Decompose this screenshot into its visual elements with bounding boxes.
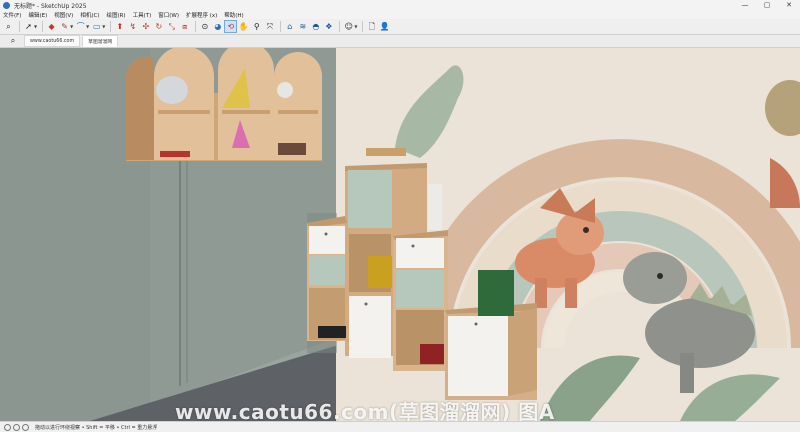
toolbar-separator	[339, 21, 341, 32]
toolbar-separator	[42, 21, 44, 32]
status-hint: 拖动以进行环绕视察 • Shift = 平移 • Ctrl = 重力悬浮	[35, 424, 158, 431]
toy-biplane	[366, 148, 406, 156]
arc-icon[interactable]: ⌒	[75, 21, 86, 32]
components-icon[interactable]: ❖	[323, 21, 334, 32]
white-door	[309, 226, 345, 254]
caret-icon[interactable]: ▼	[354, 24, 357, 29]
move-icon[interactable]: ✣	[140, 21, 151, 32]
door-knob	[411, 244, 415, 248]
minimize-button[interactable]: —	[734, 0, 756, 10]
figure-toy	[277, 82, 293, 98]
toy-car-red	[318, 326, 346, 338]
sage-door	[348, 170, 392, 228]
eraser-icon[interactable]: ◆	[46, 21, 57, 32]
menu-camera[interactable]: 相机(C)	[80, 11, 99, 19]
modeling-viewport[interactable]	[0, 48, 800, 421]
menu-edit[interactable]: 编辑(E)	[28, 11, 47, 19]
scene-render	[0, 48, 800, 421]
window-title: 无标题* - SketchUp 2025	[14, 2, 87, 10]
toy-car	[160, 151, 190, 157]
pan-icon[interactable]: ✋	[238, 21, 249, 32]
caret-icon[interactable]: ▼	[102, 24, 105, 29]
credits-icon[interactable]	[22, 423, 29, 431]
door-knob	[324, 232, 328, 236]
robot-toy	[428, 184, 442, 230]
orange-dino-eye	[583, 227, 589, 233]
title-bar: 无标题* - SketchUp 2025 — ▢ ✕	[0, 0, 800, 10]
grey-dino-eye	[657, 273, 663, 279]
menu-bar: 文件(F) 编辑(E) 视图(V) 相机(C) 绘图(R) 工具(T) 窗口(W…	[0, 10, 800, 19]
white-door	[448, 316, 508, 396]
menu-draw[interactable]: 绘图(R)	[106, 11, 125, 19]
user-account-icon[interactable]: ☺	[343, 21, 354, 32]
scene-tab-caotu[interactable]: 草图溜溜网	[82, 35, 119, 47]
caret-icon[interactable]: ▼	[34, 24, 37, 29]
close-button[interactable]: ✕	[778, 0, 800, 10]
grey-dino-head	[623, 252, 687, 304]
sketchup-app-icon	[3, 1, 10, 9]
person-icon[interactable]: 👤	[379, 21, 390, 32]
select-arrow-icon[interactable]: ➚	[23, 21, 34, 32]
status-icons	[4, 423, 31, 431]
offset-icon[interactable]: ⧈	[179, 21, 190, 32]
menu-help[interactable]: 帮助(H)	[224, 11, 243, 19]
push-pull-icon[interactable]: ⬆	[114, 21, 125, 32]
sage-door	[396, 270, 444, 308]
scene-tab-row: ⌕ www.caotu66.com 草图溜溜网	[0, 35, 800, 48]
pencil-icon[interactable]: ✎	[59, 21, 70, 32]
door-knob	[474, 322, 478, 326]
warehouse-icon[interactable]: ⌂	[284, 21, 295, 32]
extension-warehouse-icon[interactable]: ≋	[297, 21, 308, 32]
search-icon[interactable]: ⌕	[3, 21, 14, 32]
rotate-icon[interactable]: ↻	[153, 21, 164, 32]
new-file-icon[interactable]: 🗋	[366, 21, 377, 32]
toy-animals	[278, 143, 306, 155]
caret-icon[interactable]: ▼	[86, 24, 89, 29]
status-bar: 拖动以进行环绕视察 • Shift = 平移 • Ctrl = 重力悬浮	[0, 421, 800, 432]
piggy-bank-toy	[156, 76, 188, 104]
menu-file[interactable]: 文件(F)	[3, 11, 21, 19]
door-knob	[364, 302, 368, 306]
caret-icon[interactable]: ▼	[70, 24, 73, 29]
scene-search-icon[interactable]: ⌕	[6, 36, 20, 47]
toolbar-separator	[195, 21, 197, 32]
toolbar-separator	[362, 21, 364, 32]
rectangle-icon[interactable]: ▭	[91, 21, 102, 32]
walle-toy	[368, 256, 392, 288]
follow-me-icon[interactable]: ↯	[127, 21, 138, 32]
layout-icon[interactable]: ◓	[310, 21, 321, 32]
orange-dino-leg	[565, 278, 577, 308]
tape-measure-icon[interactable]: ⊙	[199, 21, 210, 32]
menu-view[interactable]: 视图(V)	[54, 11, 73, 19]
white-door	[349, 296, 391, 358]
white-door	[396, 238, 444, 268]
scene-tab-website[interactable]: www.caotu66.com	[24, 35, 81, 47]
toolbar-separator	[110, 21, 112, 32]
grey-dino-leg	[680, 353, 694, 393]
zoom-icon[interactable]: ⚲	[251, 21, 262, 32]
orbit-icon[interactable]: ⟲	[224, 20, 238, 33]
window-controls: — ▢ ✕	[734, 0, 800, 10]
main-toolbar: ⌕ ➚ ▼ ◆ ✎ ▼ ⌒ ▼ ▭ ▼ ⬆ ↯ ✣ ↻ ⤡ ⧈ ⊙ ◕ ⟲ ✋ ⚲ ⤧ …	[0, 19, 800, 35]
paint-bucket-icon[interactable]: ◕	[212, 21, 223, 32]
sage-door	[309, 255, 345, 285]
menu-window[interactable]: 窗口(W)	[158, 11, 179, 19]
menu-extensions[interactable]: 扩展程序 (x)	[186, 11, 217, 19]
zoom-extents-icon[interactable]: ⤧	[264, 21, 275, 32]
info-icon[interactable]	[4, 423, 11, 431]
menu-tools[interactable]: 工具(T)	[133, 11, 152, 19]
toy-rubik-cube	[420, 344, 444, 364]
toy-blocks	[478, 270, 514, 316]
maximize-button[interactable]: ▢	[756, 0, 778, 10]
scale-icon[interactable]: ⤡	[166, 21, 177, 32]
geo-location-icon[interactable]	[13, 423, 20, 431]
toolbar-separator	[19, 21, 20, 32]
toolbar-separator	[280, 21, 282, 32]
